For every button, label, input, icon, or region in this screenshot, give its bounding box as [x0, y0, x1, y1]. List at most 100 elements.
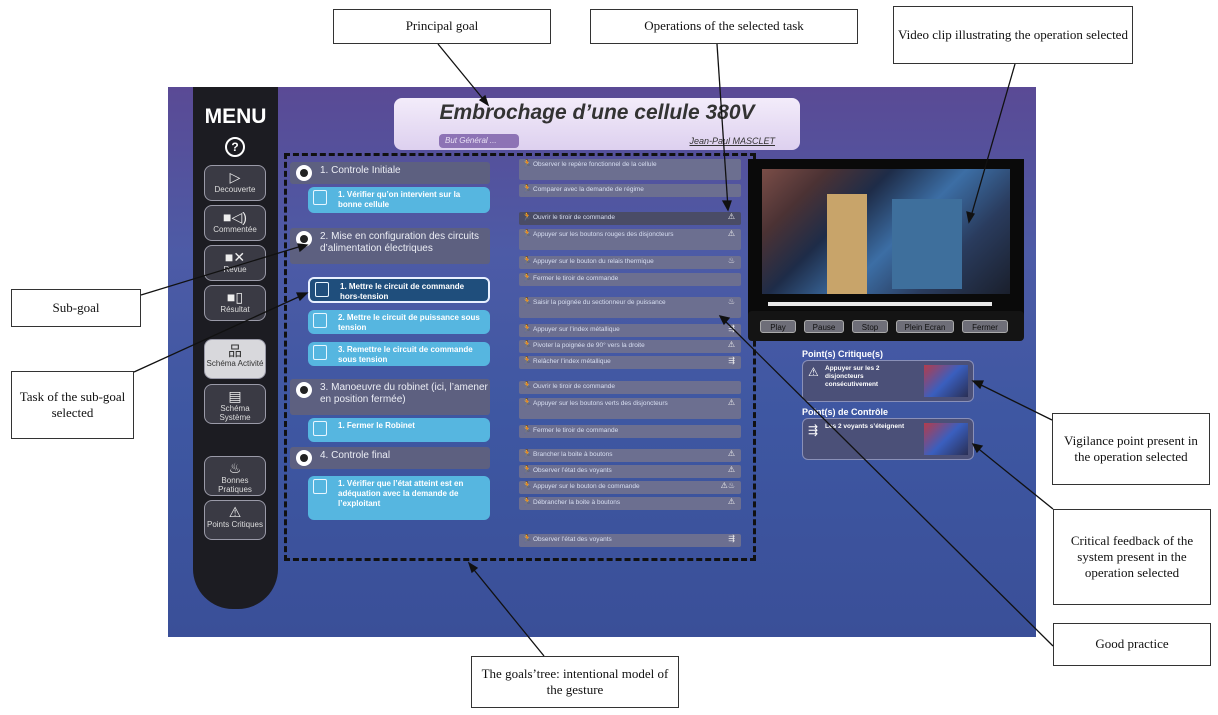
- fullscreen-button[interactable]: Plein Ecran: [896, 320, 954, 333]
- task-label: 1. Vérifier qu’on intervient sur la bonn…: [338, 190, 461, 209]
- operator-icon: 🏃: [522, 356, 532, 365]
- annotation-goals-tree: The goals’tree: intentional model of the…: [471, 656, 679, 708]
- task-node[interactable]: 1. Vérifier qu’on intervient sur la bonn…: [308, 187, 490, 213]
- critical-point-item[interactable]: ⚠ Appuyer sur les 2 disjoncteurs consécu…: [802, 360, 974, 402]
- pause-button[interactable]: Pause: [804, 320, 844, 333]
- operation-label: Fermer le tiroir de commande: [533, 275, 619, 282]
- task-node-selected[interactable]: 1. Mettre le circuit de commande hors-te…: [308, 277, 490, 303]
- operator-icon: 🏃: [522, 273, 532, 282]
- goal-node[interactable]: 3. Manoeuvre du robinet (ici, l’amener e…: [290, 379, 490, 415]
- warning-icon: ⚠: [727, 212, 735, 221]
- warning-icon: ⚠: [808, 365, 819, 379]
- operator-icon: 🏃: [522, 381, 532, 390]
- operator-icon: 🏃: [522, 229, 532, 238]
- warning-icon: ⚠: [228, 504, 242, 520]
- annotation-principal-goal: Principal goal: [333, 9, 551, 44]
- operation-label: Comparer avec la demande de régime: [533, 186, 644, 193]
- feedback-icon: ⇶: [728, 356, 735, 365]
- goals-tree: 1. Controle Initiale 1. Vérifier qu’on i…: [284, 153, 756, 561]
- task-label: 1. Mettre le circuit de commande hors-te…: [340, 282, 465, 301]
- menu-button-schema-activite[interactable]: 品 Schéma Activité: [204, 339, 266, 379]
- goal-label: 2. Mise en configuration des circuits d’…: [320, 231, 479, 254]
- menu-button-bonnes-pratiques[interactable]: ♨ Bonnes Pratiques: [204, 456, 266, 496]
- warning-icon: ⚠: [727, 229, 735, 238]
- task-label: 2. Mettre le circuit de puissance sous t…: [338, 313, 480, 332]
- camera-sound-icon: ■◁): [223, 209, 247, 225]
- goal-node[interactable]: 4. Controle final: [290, 447, 490, 469]
- operation-item[interactable]: 🏃 Pivoter la poignée de 90° vers la droit…: [519, 340, 741, 353]
- system-diagram-icon: ▤: [228, 388, 242, 404]
- operation-item[interactable]: 🏃 Fermer le tiroir de commande: [519, 273, 741, 286]
- menu-button-revue[interactable]: ■✕ Revue: [204, 245, 266, 281]
- operation-item[interactable]: 🏃 Brancher la boite à boutons ⚠: [519, 449, 741, 462]
- general-goal-tag[interactable]: But Général ...: [439, 134, 519, 148]
- control-point-item[interactable]: ⇶ Les 2 voyants s’éteignent: [802, 418, 974, 460]
- menu-button-decouverte[interactable]: ▷ Decouverte: [204, 165, 266, 201]
- operator-icon: 🏃: [522, 534, 532, 543]
- operator-icon: 🏃: [522, 256, 532, 265]
- operation-item[interactable]: 🏃 Observer l’état des voyants ⇶: [519, 534, 741, 547]
- video-controls: Play Pause Stop Plein Ecran Fermer: [748, 311, 1024, 341]
- menu-button-label: Revue: [223, 265, 247, 274]
- operation-item[interactable]: 🏃 Ouvrir le tiroir de commande: [519, 381, 741, 394]
- operation-item[interactable]: 🏃 Fermer le tiroir de commande: [519, 425, 741, 438]
- play-button[interactable]: Play: [760, 320, 796, 333]
- task-icon: [313, 345, 327, 360]
- operation-item[interactable]: 🏃 Relâcher l’index métallique ⇶: [519, 356, 741, 369]
- operation-item[interactable]: 🏃 Appuyer sur le bouton du relais thermiq…: [519, 256, 741, 269]
- annotation-critical-feedback: Critical feedback of the system present …: [1053, 509, 1211, 605]
- operation-item[interactable]: 🏃 Observer le repère fonctionnel de la ce…: [519, 159, 741, 180]
- task-node[interactable]: 1. Vérifier que l’état atteint est en ad…: [308, 476, 490, 520]
- menu-button-label: Schéma Système: [219, 404, 251, 422]
- warning-icon: ⚠: [727, 497, 735, 506]
- goal-bullet-icon: [296, 231, 312, 247]
- operation-item[interactable]: 🏃 Appuyer sur l’index métallique ⇶: [519, 324, 741, 337]
- task-icon: [313, 479, 327, 494]
- annotation-task: Task of the sub-goal selected: [11, 371, 134, 439]
- hierarchy-icon: 品: [228, 343, 242, 359]
- warning-icon: ⚠: [727, 465, 735, 474]
- operation-item[interactable]: 🏃 Appuyer sur le bouton de commande ⚠♨: [519, 481, 741, 494]
- operation-label: Débrancher la boite à boutons: [533, 499, 621, 506]
- operation-item[interactable]: 🏃 Débrancher la boite à boutons ⚠: [519, 497, 741, 510]
- task-label: 1. Vérifier que l’état atteint est en ad…: [338, 479, 464, 508]
- annotation-good-practice: Good practice: [1053, 623, 1211, 666]
- operation-item[interactable]: 🏃 Observer l’état des voyants ⚠: [519, 465, 741, 478]
- task-node[interactable]: 2. Mettre le circuit de puissance sous t…: [308, 310, 490, 334]
- task-node[interactable]: 1. Fermer le Robinet: [308, 418, 490, 442]
- goal-label: 4. Controle final: [320, 450, 391, 461]
- operation-item[interactable]: 🏃 Appuyer sur les boutons rouges des disj…: [519, 229, 741, 250]
- menu-sidebar: MENU ? ▷ Decouverte ■◁) Commentée ■✕ Revue …: [193, 87, 278, 609]
- operator-icon: 🏃: [522, 481, 532, 490]
- menu-button-schema-systeme[interactable]: ▤ Schéma Système: [204, 384, 266, 424]
- author-link[interactable]: Jean-Paul MASCLET: [689, 136, 775, 146]
- operation-label: Appuyer sur les boutons verts des disjon…: [533, 400, 668, 407]
- menu-button-resultat[interactable]: ■▯ Résultat: [204, 285, 266, 321]
- operator-icon: 🏃: [522, 184, 532, 193]
- page-title: Embrochage d’une cellule 380V: [439, 101, 755, 124]
- operation-label: Saisir la poignée du sectionneur de puis…: [533, 299, 666, 306]
- operation-item[interactable]: 🏃 Comparer avec la demande de régime: [519, 184, 741, 197]
- operator-icon: 🏃: [522, 425, 532, 434]
- goal-node[interactable]: 2. Mise en configuration des circuits d’…: [290, 228, 490, 264]
- help-icon[interactable]: ?: [225, 137, 245, 157]
- menu-button-label: Decouverte: [214, 185, 256, 194]
- goal-bullet-icon: [296, 450, 312, 466]
- operation-item[interactable]: 🏃 Appuyer sur les boutons verts des disjo…: [519, 398, 741, 419]
- operation-label: Brancher la boite à boutons: [533, 451, 613, 458]
- stop-button[interactable]: Stop: [852, 320, 888, 333]
- task-label: 3. Remettre le circuit de commande sous …: [338, 345, 473, 364]
- good-practice-icon: ♨: [228, 460, 242, 476]
- goal-node[interactable]: 1. Controle Initiale: [290, 162, 490, 184]
- seek-bar[interactable]: [768, 302, 992, 306]
- control-points-label: Point(s) de Contrôle: [802, 407, 888, 417]
- menu-button-commentee[interactable]: ■◁) Commentée: [204, 205, 266, 241]
- task-node[interactable]: 3. Remettre le circuit de commande sous …: [308, 342, 490, 366]
- operation-item-selected[interactable]: 🏃 Ouvrir le tiroir de commande ⚠: [519, 212, 741, 225]
- app-window: MENU ? ▷ Decouverte ■◁) Commentée ■✕ Revue …: [168, 87, 1036, 637]
- operator-icon: 🏃: [522, 340, 532, 349]
- operation-item[interactable]: 🏃 Saisir la poignée du sectionneur de pui…: [519, 297, 741, 318]
- critical-points-label: Point(s) Critique(s): [802, 349, 883, 359]
- menu-button-points-critiques[interactable]: ⚠ Points Critiques: [204, 500, 266, 540]
- close-button[interactable]: Fermer: [962, 320, 1008, 333]
